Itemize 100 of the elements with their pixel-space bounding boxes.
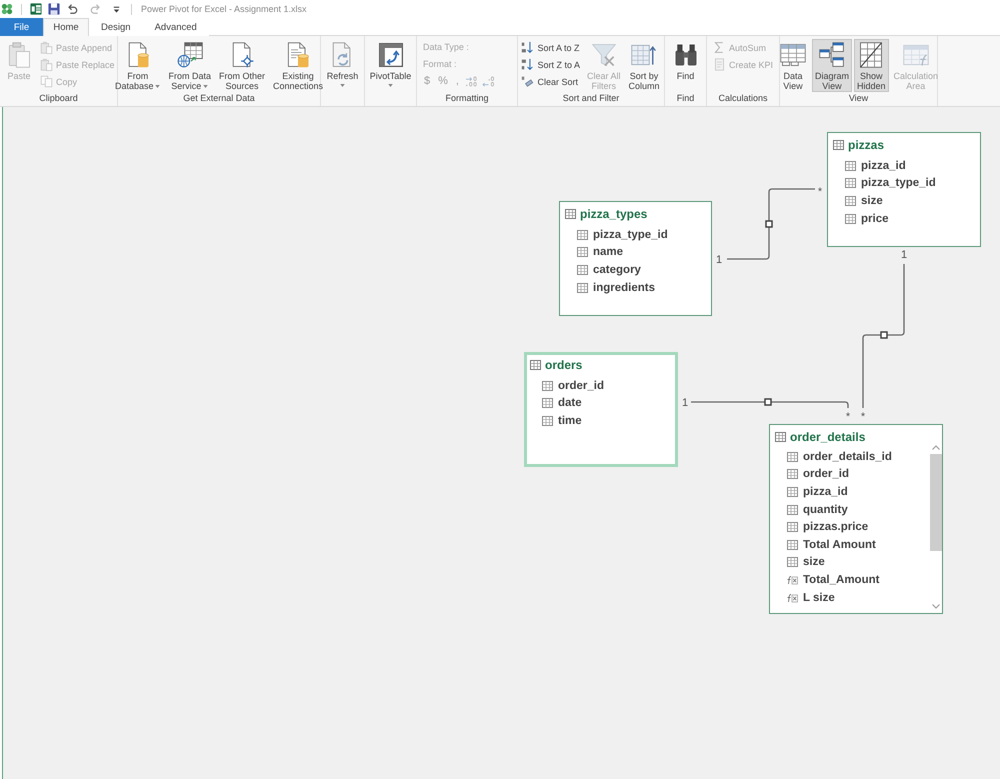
document-icon — [713, 58, 726, 71]
decrease-decimal-icon — [482, 76, 495, 87]
column-icon — [577, 247, 588, 258]
group-label: Find — [676, 92, 694, 105]
column-icon — [787, 522, 798, 532]
field-name[interactable]: L size — [803, 592, 835, 604]
sort-z-to-a-button[interactable]: Sort Z to A — [519, 56, 582, 73]
group-label: Formatting — [445, 92, 488, 105]
table-icon — [565, 209, 576, 219]
field-name[interactable]: pizzas.price — [803, 521, 868, 534]
relationship-line[interactable] — [727, 188, 815, 260]
sort-ascending-icon — [521, 41, 534, 54]
group-label: Calculations — [718, 92, 768, 105]
table-icon — [775, 432, 786, 442]
from-data-service-button[interactable]: From Data Service — [165, 39, 214, 92]
column-icon — [577, 230, 588, 240]
table-icon — [530, 360, 541, 370]
from-other-sources-button[interactable]: From Other Sources — [216, 39, 268, 92]
column-icon — [845, 178, 856, 188]
ribbon-tab[interactable]: Home — [43, 18, 89, 36]
field-name[interactable]: size — [861, 194, 883, 207]
eraser-icon — [521, 75, 534, 88]
clear-sort-button[interactable]: Clear Sort — [519, 73, 582, 90]
field-name[interactable]: size — [803, 556, 825, 568]
column-icon — [845, 196, 856, 206]
column-icon — [577, 282, 588, 293]
field-name[interactable]: name — [593, 246, 624, 258]
column-icon — [787, 504, 798, 515]
field-name[interactable]: pizza_id — [803, 486, 848, 498]
pivot-table-button[interactable]: PivotTable — [366, 39, 414, 92]
column-icon — [845, 160, 856, 171]
scroll-down-icon[interactable] — [932, 604, 940, 609]
scrollbar-thumb[interactable] — [930, 454, 942, 551]
field-name[interactable]: ingredients — [593, 282, 655, 294]
table-name[interactable]: pizzas — [848, 138, 884, 152]
table-name[interactable]: orders — [545, 358, 582, 372]
cardinality-label: 1 — [900, 249, 908, 261]
sort-a-to-z-button[interactable]: Sort A to Z — [519, 39, 582, 56]
field-name[interactable]: pizza_type_id — [593, 228, 668, 241]
group-label: Clipboard — [39, 92, 78, 105]
field-name[interactable]: pizza_id — [861, 160, 906, 172]
diagram-view-button[interactable]: Diagram View — [812, 39, 852, 92]
column-icon — [542, 398, 553, 408]
table-card[interactable]: orders order_id date time — [524, 352, 678, 467]
column-icon — [787, 486, 798, 497]
find-button[interactable]: Find — [668, 39, 702, 92]
field-name[interactable]: order_id — [558, 380, 604, 392]
sort-by-column-button[interactable]: Sort by Column — [626, 39, 663, 92]
field-name[interactable]: order_details_id — [803, 450, 892, 463]
scroll-up-icon[interactable] — [932, 445, 940, 450]
field-name[interactable]: pizza_type_id — [861, 177, 936, 190]
spreadsheet-icon[interactable] — [30, 3, 42, 15]
field-name[interactable]: time — [558, 414, 582, 427]
grid-icon — [778, 41, 807, 69]
save-icon[interactable] — [48, 3, 60, 15]
table-card[interactable]: pizza_types pizza_type_id name category ingredients — [559, 201, 712, 316]
table-icon — [833, 140, 844, 150]
funnel-icon — [590, 41, 618, 69]
group-label: Get External Data — [183, 92, 255, 105]
pivot-table-icon — [376, 41, 404, 69]
field-name[interactable]: quantity — [803, 504, 848, 516]
refresh-button[interactable]: Refresh — [324, 39, 362, 92]
sort-descending-icon — [521, 58, 534, 71]
window-title: Power Pivot for Excel - Assignment 1.xlsx — [141, 4, 307, 14]
column-icon — [787, 540, 798, 550]
sigma-icon — [713, 41, 726, 54]
field-name[interactable]: price — [861, 212, 888, 225]
cardinality-label: * — [860, 411, 866, 423]
table-card[interactable]: pizzas pizza_id pizza_type_id size price — [827, 132, 981, 247]
undo-icon[interactable] — [66, 3, 78, 15]
column-icon — [577, 264, 588, 275]
cardinality-label: * — [846, 411, 850, 423]
group-label: View — [848, 92, 868, 105]
increase-decimal-icon — [464, 76, 478, 87]
app-icon — [1, 3, 13, 15]
relationship-line[interactable] — [691, 398, 849, 408]
clipboard-icon — [40, 41, 53, 54]
column-icon — [542, 380, 553, 391]
copy-icon — [40, 75, 53, 88]
field-name[interactable]: Total_Amount — [803, 574, 880, 586]
diagram-icon — [818, 41, 846, 69]
data-type-label: Data Type : — [422, 41, 470, 54]
file-tab[interactable]: File — [0, 18, 43, 36]
field-name[interactable]: date — [558, 397, 582, 410]
relationship-line[interactable] — [862, 264, 905, 408]
table-card[interactable]: order_details order_details_id order_id pizza_id quantity pizzas.price Total Amount size Total_Amount L size — [769, 424, 943, 614]
field-name[interactable]: order_id — [803, 468, 850, 480]
group-label: Sort and Filter — [562, 92, 620, 105]
table-name[interactable]: pizza_types — [580, 207, 648, 221]
cardinality-label: * — [818, 186, 822, 198]
cardinality-label: 1 — [716, 254, 722, 266]
field-name[interactable]: category — [593, 264, 641, 276]
table-name[interactable]: order_details — [790, 430, 866, 444]
show-hidden-button[interactable]: Show Hidden — [854, 39, 889, 92]
field-name[interactable]: Total Amount — [803, 538, 876, 551]
formula-icon — [787, 574, 798, 585]
format-label: Format : — [422, 58, 458, 71]
existing-connections-button[interactable]: Existing Connections — [270, 39, 326, 92]
clipboard-icon — [40, 58, 53, 71]
data-view-button[interactable]: Data View — [776, 39, 810, 92]
